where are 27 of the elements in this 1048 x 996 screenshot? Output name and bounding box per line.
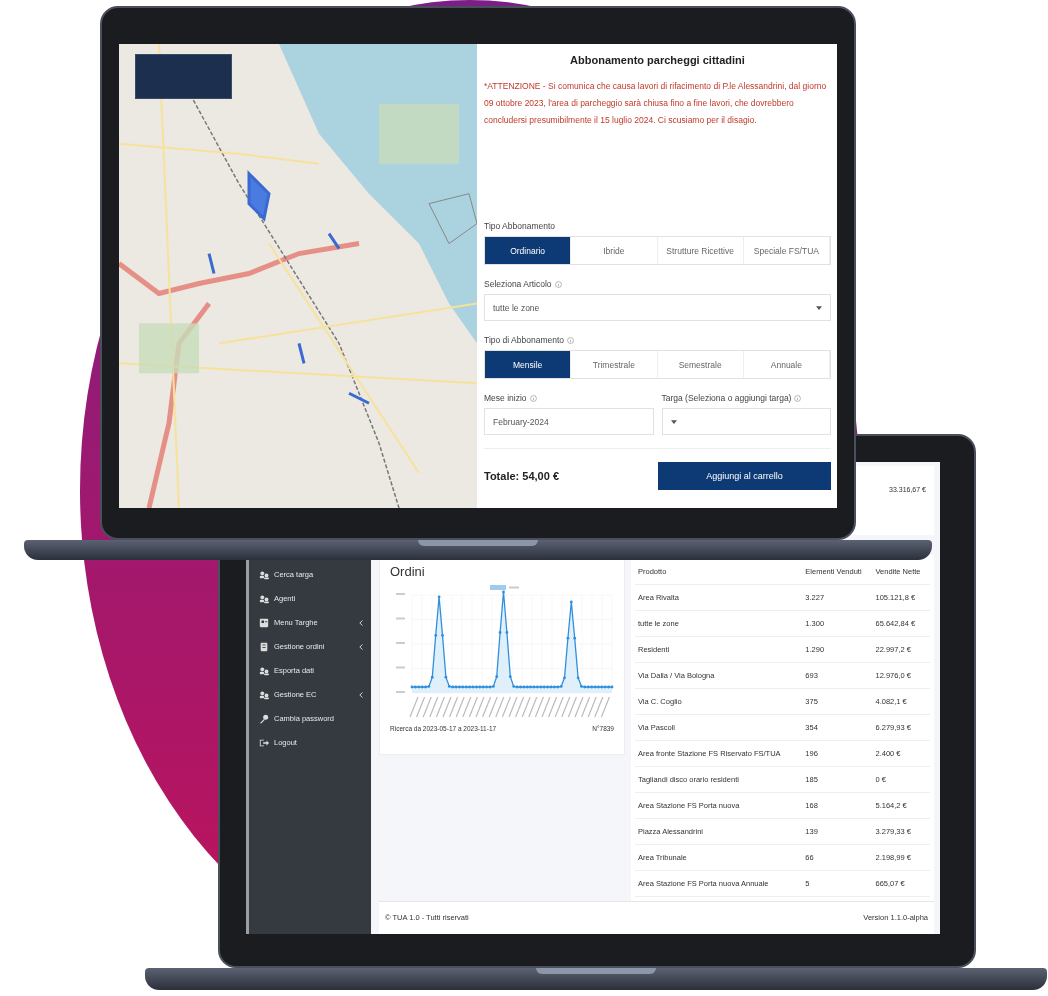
document-icon: [259, 641, 269, 652]
field-label: Tipo di Abbonamento: [484, 335, 565, 345]
select-field[interactable]: tutte le zone: [484, 294, 831, 321]
caret-icon: [816, 305, 822, 310]
field-label: Seleziona Articolo: [484, 279, 552, 289]
map-drawing[interactable]: [119, 44, 477, 508]
users-icon: [259, 665, 269, 676]
notice-text: *ATTENZIONE - Si comunica che causa lavori di rifacimento di P.le Alessandrini, dal giorno 09 ottobre 2023, l'area di parcheggio sarà chiusa fino a fine lavori, che dovrebbero concludersi presumibilmente il 15 luglio 2024. Ci scusiamo per il disagio.: [484, 80, 828, 127]
logout-icon: [259, 737, 269, 748]
users-icon: [259, 569, 269, 580]
field-label: Targa (Seleziona o aggiungi targa): [661, 393, 792, 403]
option-tab[interactable]: Mensile: [485, 351, 572, 378]
add-to-cart-button[interactable]: Aggiungi al carrello: [658, 462, 831, 490]
key-icon: [259, 713, 269, 724]
field-label: Mese inizio: [484, 393, 527, 403]
input-field[interactable]: February-2024: [484, 408, 654, 435]
page-title: Abbonamento parcheggi cittadini: [569, 54, 746, 66]
total-text: Totale: 54,00 €: [484, 470, 559, 482]
select-field[interactable]: [661, 408, 831, 435]
id-card-icon: [259, 617, 269, 628]
caret-icon: [670, 419, 677, 424]
option-tab[interactable]: Ordinario: [485, 237, 572, 264]
legend-swatch: [490, 584, 506, 590]
users-icon: [259, 689, 269, 700]
users-icon: [259, 593, 269, 604]
field-label: Tipo Abbonamento: [484, 221, 556, 231]
card-title: Ordini: [390, 563, 426, 579]
